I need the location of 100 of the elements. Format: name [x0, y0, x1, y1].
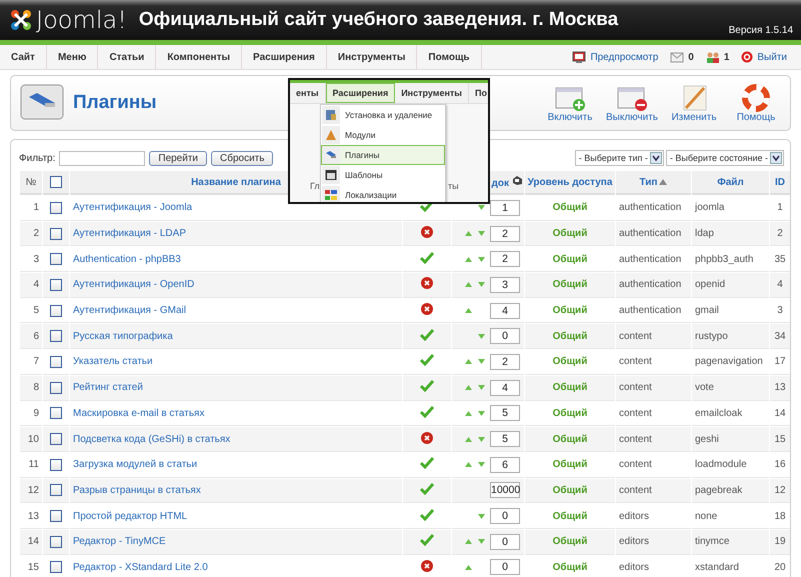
menu-tab[interactable]: Инструменты: [395, 83, 469, 103]
column-header[interactable]: Уровень доступа: [525, 171, 615, 195]
access-level[interactable]: Общий: [525, 530, 615, 555]
access-level[interactable]: Общий: [525, 324, 615, 350]
row-checkbox[interactable]: [50, 382, 62, 394]
checkmark-icon[interactable]: [420, 534, 434, 546]
menu-tab[interactable]: По: [468, 83, 488, 103]
row-checkbox[interactable]: [50, 561, 62, 574]
move-up-icon[interactable]: [465, 308, 472, 314]
order-field[interactable]: 4: [490, 380, 520, 396]
plugin-name-link[interactable]: Authentication - phpBB3: [73, 254, 181, 265]
go-button[interactable]: Перейти: [149, 150, 207, 166]
checkmark-icon[interactable]: [420, 252, 434, 264]
move-down-icon[interactable]: [478, 410, 485, 416]
order-field[interactable]: 0: [490, 328, 520, 344]
checkmark-icon[interactable]: [420, 380, 434, 392]
access-level[interactable]: Общий: [525, 298, 615, 324]
preview-link[interactable]: Предпросмотр: [590, 52, 658, 62]
access-level[interactable]: Общий: [525, 427, 615, 452]
move-down-icon[interactable]: [478, 462, 485, 468]
access-level[interactable]: Общий: [525, 402, 615, 426]
access-level[interactable]: Общий: [525, 196, 615, 221]
reset-button[interactable]: Сбросить: [211, 150, 274, 166]
move-up-icon[interactable]: [465, 410, 472, 416]
order-field[interactable]: 6: [490, 456, 520, 473]
order-field[interactable]: 0: [490, 559, 520, 576]
plugin-name-link[interactable]: Маскировка e-mail в статьях: [73, 408, 204, 419]
menu-item[interactable]: Компоненты: [156, 45, 242, 69]
order-field[interactable]: 2: [490, 354, 520, 370]
move-up-icon[interactable]: [465, 436, 472, 442]
checkmark-icon[interactable]: [420, 457, 434, 470]
move-up-icon[interactable]: [465, 564, 472, 570]
menu-item[interactable]: Статьи: [98, 45, 156, 69]
plugin-name-link[interactable]: Разрыв страницы в статьях: [73, 484, 201, 496]
menu-item[interactable]: Инструменты: [326, 45, 418, 69]
column-header[interactable]: Файл: [692, 171, 769, 195]
toolbar-button[interactable]: Выключить: [602, 84, 662, 122]
access-level[interactable]: Общий: [525, 478, 615, 504]
move-up-icon[interactable]: [465, 359, 472, 364]
move-down-icon[interactable]: [478, 359, 485, 364]
checkmark-icon[interactable]: [420, 328, 434, 341]
column-header[interactable]: Тип: [640, 176, 658, 188]
row-checkbox[interactable]: [50, 356, 62, 368]
move-up-icon[interactable]: [465, 282, 472, 288]
toolbar-button[interactable]: Включить: [540, 84, 600, 122]
order-field[interactable]: 2: [490, 226, 520, 242]
order-field[interactable]: 4: [490, 302, 520, 319]
row-checkbox[interactable]: [50, 407, 62, 420]
checkmark-icon[interactable]: [420, 482, 434, 495]
menu-tab[interactable]: Расширения: [326, 83, 396, 103]
access-level[interactable]: Общий: [525, 376, 615, 400]
column-header[interactable]: док: [492, 178, 509, 189]
toolbar-button[interactable]: Помощь: [726, 84, 786, 122]
logout-link[interactable]: Выйти: [757, 52, 787, 62]
plugin-name-link[interactable]: Редактор - TinyMCE: [73, 536, 166, 548]
move-up-icon[interactable]: [465, 231, 472, 236]
order-field[interactable]: 0: [490, 508, 520, 524]
menu-item[interactable]: Сайт: [0, 45, 47, 69]
save-icon[interactable]: [512, 175, 523, 186]
row-checkbox[interactable]: [50, 330, 62, 342]
plugin-name-link[interactable]: Аутентификация - LDAP: [73, 228, 186, 240]
plugin-name-link[interactable]: Русская типографика: [73, 330, 173, 342]
move-up-icon[interactable]: [465, 462, 472, 468]
plugin-name-link[interactable]: Простой редактор HTML: [73, 510, 188, 522]
column-header[interactable]: ID: [770, 171, 790, 195]
plugin-name-link[interactable]: Аутентификация - GMail: [73, 305, 186, 316]
move-up-icon[interactable]: [465, 256, 472, 262]
move-down-icon[interactable]: [478, 436, 485, 442]
type-select[interactable]: - Выберите тип -: [574, 150, 664, 166]
row-checkbox[interactable]: [50, 304, 62, 317]
order-field[interactable]: 10000: [490, 482, 520, 498]
order-field[interactable]: 3: [490, 276, 520, 293]
checkmark-icon[interactable]: [420, 354, 434, 366]
order-field[interactable]: 2: [490, 251, 520, 268]
row-checkbox[interactable]: [50, 433, 62, 446]
row-checkbox[interactable]: [50, 536, 62, 548]
row-checkbox[interactable]: [50, 253, 62, 266]
menu-item[interactable]: Помощь: [417, 45, 482, 69]
move-up-icon[interactable]: [465, 539, 472, 544]
access-level[interactable]: Общий: [525, 452, 615, 478]
move-up-icon[interactable]: [465, 385, 472, 390]
access-level[interactable]: Общий: [525, 247, 615, 272]
dropdown-item[interactable]: Модули: [321, 125, 445, 145]
menu-item[interactable]: Расширения: [242, 45, 327, 69]
move-down-icon[interactable]: [478, 385, 485, 390]
row-checkbox[interactable]: [50, 458, 62, 471]
row-checkbox[interactable]: [50, 510, 62, 522]
dropdown-item[interactable]: Установка и удаление: [321, 105, 445, 125]
move-down-icon[interactable]: [478, 231, 485, 236]
access-level[interactable]: Общий: [525, 350, 615, 375]
move-down-icon[interactable]: [478, 539, 485, 544]
move-down-icon[interactable]: [478, 256, 485, 262]
row-checkbox[interactable]: [50, 278, 62, 291]
order-field[interactable]: 1: [490, 200, 520, 216]
plugin-name-link[interactable]: Загрузка модулей в статьи: [73, 459, 198, 470]
access-level[interactable]: Общий: [525, 222, 615, 246]
order-field[interactable]: 5: [490, 405, 520, 422]
row-checkbox[interactable]: [50, 202, 62, 214]
access-level[interactable]: Общий: [525, 504, 615, 529]
move-down-icon[interactable]: [478, 282, 485, 288]
